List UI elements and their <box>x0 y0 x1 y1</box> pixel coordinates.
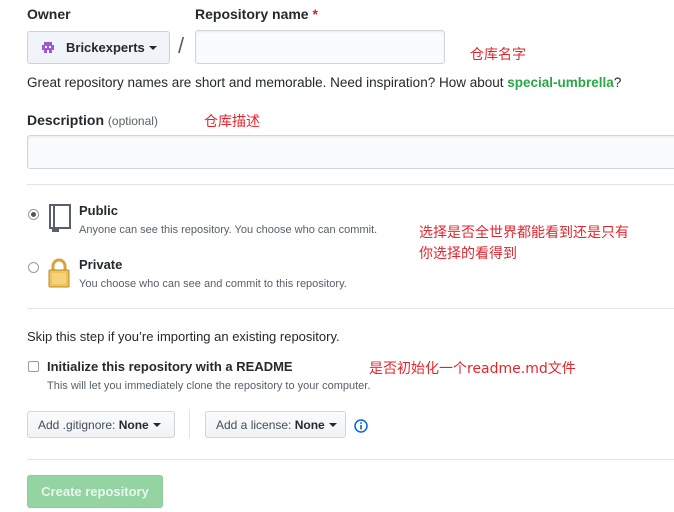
public-radio[interactable] <box>28 209 39 220</box>
vertical-divider <box>189 409 190 438</box>
visibility-annotation-line1: 选择是否全世界都能看到还是只有 <box>419 225 629 241</box>
repository-name-label: Repository name * <box>195 6 318 22</box>
skip-note: Skip this step if you’re importing an ex… <box>27 329 340 344</box>
owner-avatar-icon <box>40 40 56 56</box>
repo-icon <box>46 203 72 233</box>
gitignore-value: None <box>118 417 149 432</box>
readme-detail: This will let you immediately clone the … <box>47 380 371 392</box>
repository-name-input[interactable] <box>195 30 445 64</box>
divider <box>27 308 674 309</box>
private-radio[interactable] <box>28 262 39 273</box>
create-repository-button[interactable]: Create repository <box>27 475 163 508</box>
name-suggestion-link[interactable]: special-umbrella <box>507 75 614 90</box>
info-icon[interactable] <box>354 419 368 433</box>
visibility-annotation-line2: 你选择的看得到 <box>419 246 517 262</box>
optional-tag: (optional) <box>107 114 158 128</box>
owner-label: Owner <box>27 6 71 22</box>
owner-name: Brickexperts <box>66 40 145 55</box>
readme-checkbox[interactable] <box>28 361 39 372</box>
required-mark: * <box>312 6 318 22</box>
license-label: Add a license: <box>216 417 292 432</box>
chevron-down-icon <box>148 45 157 50</box>
gitignore-label: Add .gitignore: <box>38 417 116 432</box>
readme-annotation: 是否初始化一个readme.md文件 <box>369 361 576 377</box>
license-value: None <box>294 417 325 432</box>
public-detail: Anyone can see this repository. You choo… <box>79 224 378 236</box>
name-hint: Great repository names are short and mem… <box>27 75 622 90</box>
owner-select[interactable]: Brickexperts <box>27 31 170 64</box>
private-detail: You choose who can see and commit to thi… <box>79 278 347 290</box>
license-select[interactable]: Add a license: None <box>205 411 346 438</box>
chevron-down-icon <box>152 422 161 427</box>
owner-repo-separator: / <box>178 33 185 58</box>
public-title: Public <box>79 203 119 218</box>
readme-label[interactable]: Initialize this repository with a README <box>47 359 293 374</box>
description-annotation: 仓库描述 <box>204 114 260 130</box>
repository-name-annotation: 仓库名字 <box>470 47 526 63</box>
lock-icon <box>46 257 72 289</box>
chevron-down-icon <box>328 422 337 427</box>
divider <box>27 184 674 185</box>
gitignore-select[interactable]: Add .gitignore: None <box>27 411 175 438</box>
description-input[interactable] <box>27 135 674 169</box>
description-label: Description (optional) <box>27 112 158 128</box>
divider <box>27 459 674 460</box>
private-title: Private <box>79 257 123 272</box>
